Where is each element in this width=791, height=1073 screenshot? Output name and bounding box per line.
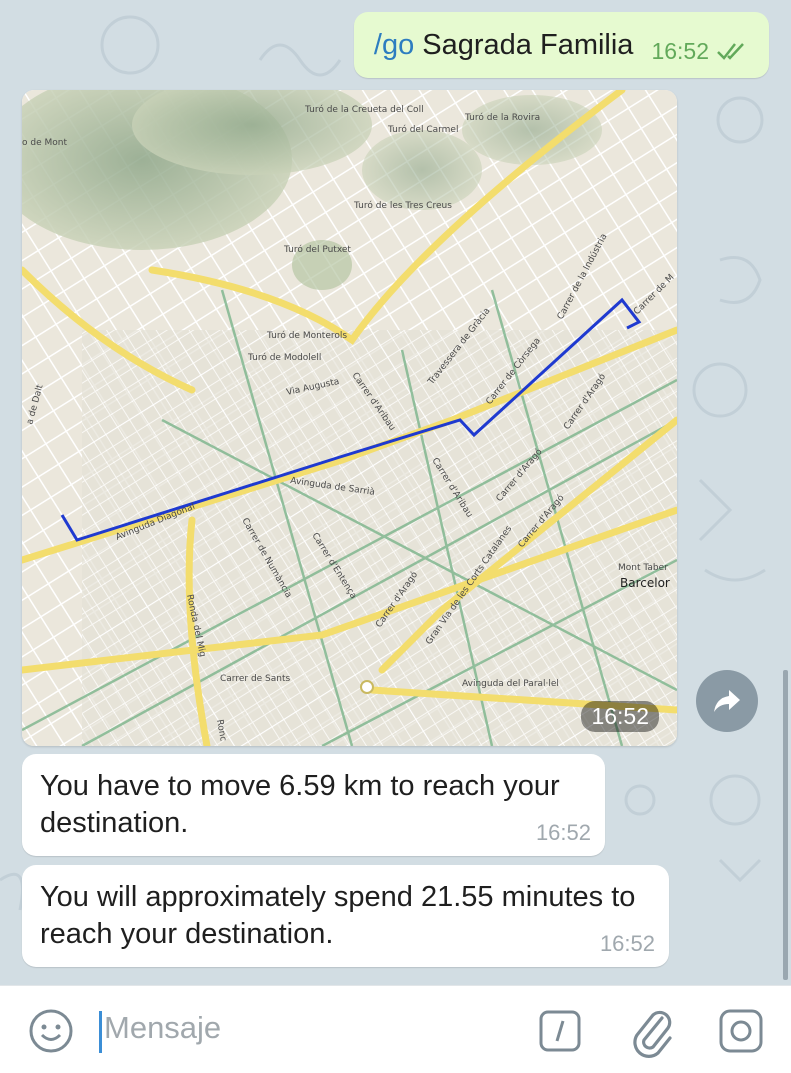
- incoming-message-bubble[interactable]: You have to move 6.59 km to reach your d…: [22, 754, 605, 856]
- image-time-badge: 16:52: [581, 701, 659, 732]
- map-label: Mont Taber: [618, 563, 668, 573]
- message-input-bar: [0, 985, 791, 1073]
- route-map: Turó de la Creueta del Coll Turó de la R…: [22, 90, 677, 746]
- incoming-message-bubble[interactable]: You will approximately spend 21.55 minut…: [22, 865, 669, 967]
- map-label: Turó de la Rovira: [464, 112, 540, 123]
- emoji-icon[interactable]: [28, 1008, 74, 1054]
- map-image-message[interactable]: Turó de la Creueta del Coll Turó de la R…: [22, 90, 677, 746]
- incoming-message-text: You will approximately spend 21.55 minut…: [40, 881, 636, 950]
- incoming-message-text: You have to move 6.59 km to reach your d…: [40, 770, 560, 839]
- attach-icon[interactable]: [628, 1004, 676, 1058]
- outgoing-message-bubble[interactable]: /go Sagrada Familia 16:52: [353, 12, 769, 78]
- map-label: Carrer de Sants: [220, 674, 291, 684]
- message-destination: Sagrada Familia: [422, 28, 634, 61]
- forward-arrow-icon: [714, 690, 740, 712]
- map-label: Barcelor: [620, 576, 670, 590]
- map-label: Turó del Carmel: [387, 124, 458, 135]
- scrollbar[interactable]: [783, 670, 788, 980]
- map-label: Turó de Monterols: [266, 330, 347, 341]
- command-link[interactable]: /go: [374, 29, 414, 61]
- message-time: 16:52: [535, 820, 591, 845]
- map-label: Turó de Modolell: [247, 352, 321, 363]
- map-label: o de Mont: [22, 138, 67, 148]
- message-input[interactable]: [104, 1010, 504, 1046]
- bot-command-icon[interactable]: [538, 1009, 582, 1053]
- map-label: Turó de les Tres Creus: [353, 200, 452, 211]
- camera-icon[interactable]: [718, 1008, 764, 1054]
- map-label: Turó del Putxet: [283, 244, 351, 255]
- map-label: Turó de la Creueta del Coll: [304, 104, 424, 115]
- map-label: Avinguda del Paral·lel: [462, 679, 559, 689]
- outgoing-message-text: /go Sagrada Familia: [374, 29, 634, 62]
- double-check-icon: [717, 43, 744, 60]
- message-time: 16:52: [651, 37, 709, 64]
- message-time: 16:52: [599, 931, 655, 956]
- share-button[interactable]: [696, 670, 758, 732]
- text-cursor: [99, 1011, 102, 1053]
